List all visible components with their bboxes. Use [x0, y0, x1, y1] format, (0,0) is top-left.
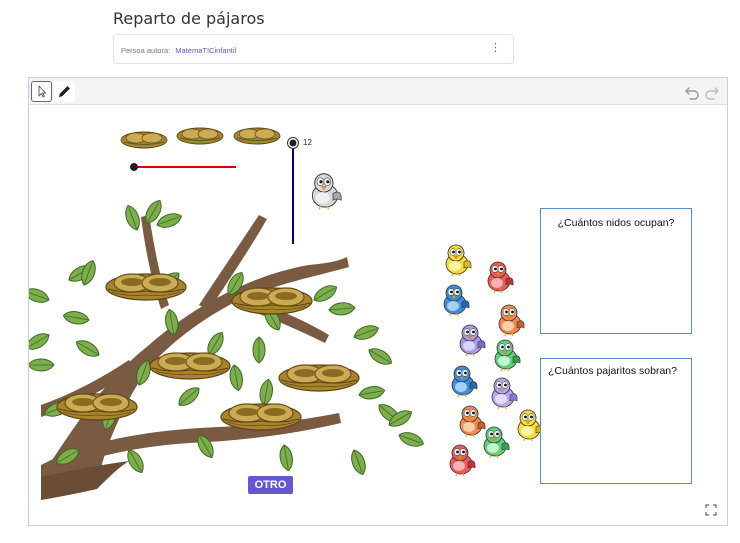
tree-branch-image: [29, 196, 426, 500]
nests-question-box[interactable]: ¿Cuántos nidos ocupan?: [540, 208, 692, 334]
nest-4: [278, 364, 360, 392]
move-tool-button[interactable]: [31, 81, 52, 102]
bird-12: [449, 444, 476, 477]
nest-6: [220, 403, 302, 431]
bird-1: [445, 244, 472, 277]
applet-toolbar: [29, 78, 727, 105]
author-card: Persoa autora: MatemaTICinfantil ⋮: [113, 34, 514, 64]
undo-icon[interactable]: [684, 84, 700, 100]
horizontal-slider-handle: [130, 163, 138, 171]
birds-question-label: ¿Cuántos pajaritos sobran?: [548, 365, 677, 377]
bird-11: [483, 426, 510, 459]
nest-counter-1: [120, 131, 168, 149]
bird-6: [494, 339, 521, 372]
author-line: Persoa autora: MatemaTICinfantil: [121, 46, 236, 55]
horizontal-slider[interactable]: [130, 163, 237, 171]
pointer-icon: [38, 85, 47, 98]
bird-9: [459, 405, 486, 438]
nest-counter-2: [176, 127, 224, 145]
otro-button[interactable]: OTRO: [248, 476, 293, 494]
bird-5: [459, 324, 486, 357]
nest-2: [231, 287, 313, 315]
pen-tool-button[interactable]: [54, 81, 75, 102]
nest-counter-3: [233, 127, 281, 145]
graphics-view[interactable]: 12 ¿Cuántos nidos ocupan? ¿Cuántos pajar…: [29, 105, 727, 525]
bird-4: [498, 304, 525, 337]
pencil-icon: [59, 86, 70, 97]
slider-value-label: 12: [303, 138, 312, 147]
vertical-slider[interactable]: [287, 137, 299, 245]
page-title: Reparto de pájaros: [113, 9, 265, 28]
redo-icon[interactable]: [704, 84, 720, 100]
nest-3: [149, 352, 231, 380]
more-vertical-icon[interactable]: ⋮: [490, 43, 501, 54]
bird-3: [443, 284, 470, 317]
bird-8: [491, 377, 518, 410]
nests-question-label: ¿Cuántos nidos ocupan?: [557, 217, 675, 229]
birds-flock[interactable]: [443, 244, 544, 477]
birds-question-box[interactable]: ¿Cuántos pajaritos sobran?: [540, 358, 692, 484]
author-label: Persoa autora:: [121, 46, 171, 55]
gray-bird-image: [311, 173, 342, 211]
fullscreen-icon[interactable]: [705, 504, 717, 516]
bird-2: [487, 261, 514, 294]
nest-5: [56, 393, 138, 421]
geogebra-applet: 12 ¿Cuántos nidos ocupan? ¿Cuántos pajar…: [28, 77, 728, 526]
bird-7: [451, 365, 478, 398]
author-link[interactable]: MatemaTICinfantil: [175, 46, 236, 55]
nest-1: [105, 273, 187, 301]
